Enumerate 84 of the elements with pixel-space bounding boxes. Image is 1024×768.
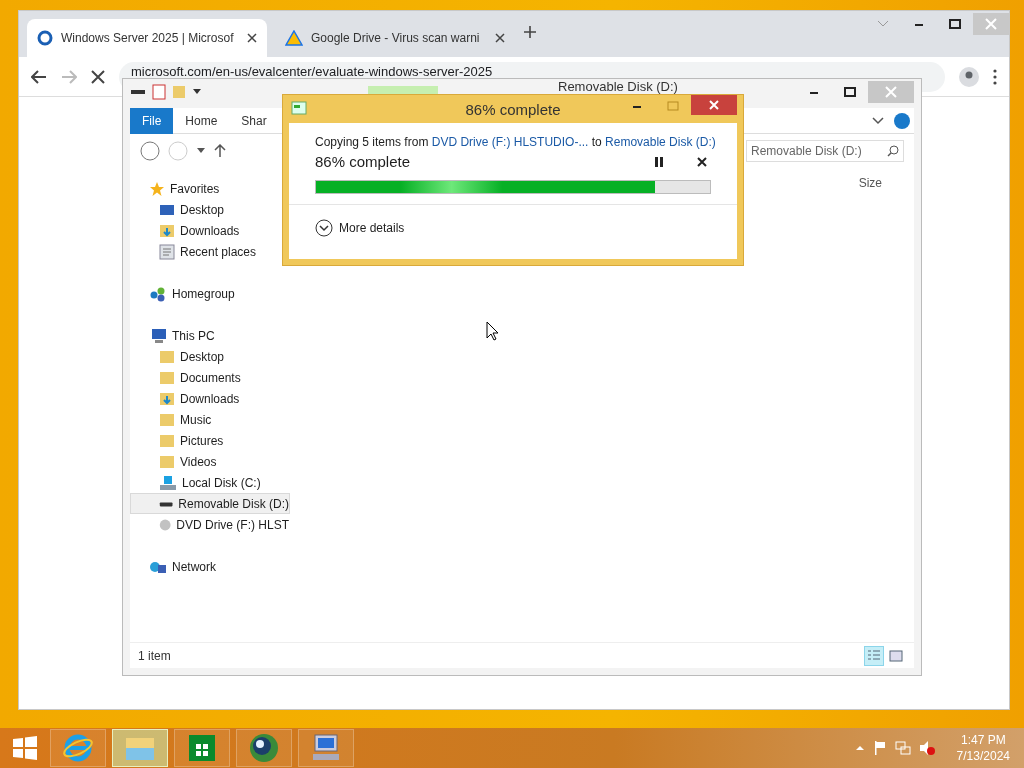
nav-item[interactable]: Homegroup (130, 283, 290, 304)
column-header[interactable]: Size (858, 176, 882, 190)
menu-icon (993, 68, 997, 85)
close-icon (247, 33, 257, 43)
globe-icon (248, 732, 280, 764)
computer-icon (310, 733, 342, 763)
close-icon (709, 100, 719, 110)
desktop-icon (159, 202, 175, 217)
ribbon-tab[interactable]: Shar (229, 107, 279, 134)
maximize-icon (667, 101, 679, 111)
nav-item[interactable]: Removable Disk (D:) (130, 493, 290, 514)
dropdown-icon (196, 147, 206, 155)
flag-icon (872, 740, 887, 756)
star-icon (149, 180, 165, 197)
folder-icon (159, 453, 175, 470)
nav-item[interactable]: Network (130, 556, 290, 577)
drive-icon (130, 87, 146, 97)
search-icon (887, 145, 899, 157)
start-icon (11, 734, 39, 762)
close-icon (697, 156, 707, 167)
downloads-folder-icon (159, 390, 175, 407)
ribbon-tab[interactable]: File (130, 107, 174, 134)
network-icon (894, 740, 911, 756)
progress-heading: 86% complete (315, 153, 411, 170)
stop-icon (91, 69, 105, 84)
new-tab-icon (523, 25, 537, 39)
windows-disk-icon (159, 474, 177, 491)
maximize-icon (844, 87, 856, 97)
back-icon (31, 69, 47, 84)
details-view-icon (867, 648, 881, 663)
triangle-logo-icon (285, 30, 303, 46)
downloads-folder-icon (159, 222, 175, 239)
speaker-muted-icon (918, 740, 935, 756)
profile-icon (959, 66, 979, 87)
ribbon-tab[interactable]: Home (173, 107, 230, 134)
close-icon (985, 18, 997, 30)
homegroup-icon (149, 285, 167, 302)
help-icon (894, 112, 910, 129)
chevron-circle-icon (315, 219, 333, 237)
browser-tab[interactable]: Windows Server 2025 | Microsof (27, 19, 267, 57)
window-title: Removable Disk (D:) (558, 80, 678, 93)
nav-item[interactable]: Pictures (130, 430, 290, 451)
nav-item[interactable]: Videos (130, 451, 290, 472)
properties-icon (152, 84, 166, 100)
folder-icon (159, 369, 175, 386)
site-logo-icon (37, 30, 53, 46)
item-count: 1 item (138, 648, 171, 663)
nav-item[interactable]: Documents (130, 367, 290, 388)
dialog-title: 86% complete (465, 100, 561, 118)
folder-icon (159, 411, 175, 428)
caret-up-icon (854, 745, 865, 751)
chevron-down-icon (872, 116, 884, 125)
computer-icon (149, 327, 167, 344)
pause-icon (655, 156, 663, 167)
tiles-view-icon (889, 649, 903, 662)
browser-tab[interactable]: Google Drive - Virus scan warni (275, 19, 515, 57)
back-icon (140, 141, 160, 161)
store-icon (187, 733, 217, 763)
nav-item[interactable]: Downloads (130, 388, 290, 409)
search-field[interactable]: Removable Disk (D:) (746, 140, 904, 162)
folder-icon (159, 348, 175, 365)
browser-e-icon (63, 733, 93, 763)
more-details-button[interactable]: More details (289, 205, 737, 251)
nav-item[interactable]: Music (130, 409, 290, 430)
up-icon (214, 144, 226, 158)
close-icon (495, 33, 505, 43)
folder-icon (159, 432, 175, 449)
close-icon (885, 86, 897, 98)
source-link[interactable]: DVD Drive (F:) HLSTUDIO-... (431, 135, 589, 149)
copy-icon (291, 101, 307, 115)
destination-link[interactable]: Removable Disk (D:) (605, 135, 716, 149)
nav-item[interactable]: Desktop (130, 346, 290, 367)
nav-item[interactable]: DVD Drive (F:) HLST (130, 514, 290, 535)
forward-icon (168, 141, 188, 161)
nav-item[interactable]: Local Disk (C:) (130, 472, 290, 493)
new-folder-icon (172, 84, 186, 100)
maximize-icon (949, 19, 961, 29)
view-button[interactable] (864, 645, 884, 666)
dropdown-icon (192, 88, 202, 96)
chevron-down-icon (877, 20, 889, 28)
cursor-icon (486, 321, 500, 341)
forward-icon (61, 69, 77, 84)
nav-item[interactable]: This PC (130, 325, 290, 346)
recent-places-icon (159, 243, 175, 260)
